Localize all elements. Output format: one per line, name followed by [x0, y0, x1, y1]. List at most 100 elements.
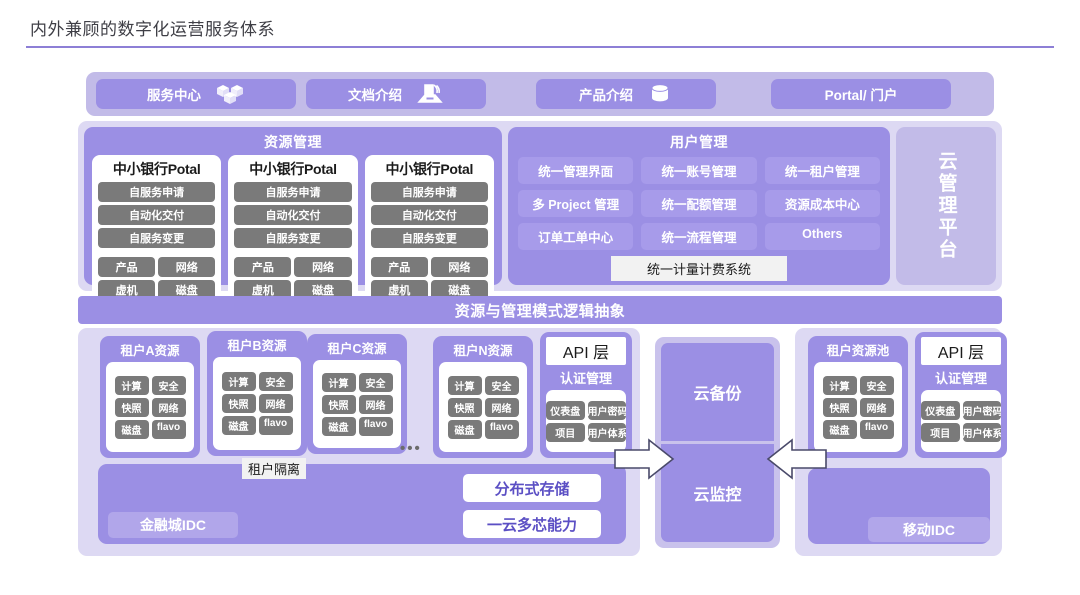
portal-action[interactable]: 自服务申请 — [98, 182, 216, 202]
tenant-chip[interactable]: flavo — [358, 416, 393, 436]
tenant-ellipsis: ••• — [400, 440, 422, 457]
api-chip[interactable]: 用户密码 — [587, 400, 626, 420]
api-layer-right[interactable]: API 层 认证管理 仪表盘 用户密码 项目 用户体系 — [915, 332, 1007, 458]
portal-title: 中小银行Potal — [112, 161, 201, 177]
arrow-right-icon — [613, 438, 675, 485]
tenant-chip[interactable]: 磁盘 — [447, 419, 482, 439]
tenant-chip[interactable]: 计算 — [321, 372, 356, 392]
tenant-resource-inner: 计算 安全 快照 网络 磁盘 flavo — [213, 357, 301, 450]
tenant-chip[interactable]: flavo — [151, 419, 186, 439]
tenant-chip[interactable]: 计算 — [221, 372, 256, 391]
user-management-items: 统一管理界面 统一账号管理 统一租户管理 多 Project 管理 统一配额管理… — [518, 157, 880, 250]
tenant-box-b[interactable]: 租户B资源 计算 安全 快照 网络 磁盘 flavo — [207, 331, 307, 456]
cloud-platform-panel: 云管理平台 — [896, 127, 996, 285]
portal-card[interactable]: 中小银行Potal 自服务申请 自动化交付 自服务变更 产品 网络 虚机 磁盘 — [364, 155, 494, 306]
tenant-chip[interactable]: 计算 — [447, 375, 482, 395]
portal-title: 中小银行Potal — [385, 161, 474, 177]
user-management-item[interactable]: 统一配额管理 — [641, 190, 757, 217]
tenant-chip[interactable]: 快照 — [321, 394, 356, 414]
portal-action[interactable]: 自动化交付 — [98, 205, 216, 225]
tenant-chip[interactable]: 安全 — [151, 375, 186, 395]
tenant-chip[interactable]: flavo — [859, 419, 894, 439]
cloud-platform-label: 云管理平台 — [935, 151, 957, 261]
portal-tag[interactable]: 产品 — [370, 257, 428, 277]
tenant-chip[interactable]: 快照 — [447, 397, 482, 417]
user-management-panel: 用户管理 统一管理界面 统一账号管理 统一租户管理 多 Project 管理 统… — [508, 127, 890, 285]
user-management-item[interactable]: 多 Project 管理 — [518, 190, 634, 217]
portal-action[interactable]: 自服务申请 — [234, 182, 352, 202]
user-management-item[interactable]: 统一账号管理 — [641, 157, 757, 184]
tenant-resource-inner: 计算 安全 快照 网络 磁盘 flavo — [439, 362, 527, 452]
api-chip[interactable]: 用户密码 — [962, 400, 1001, 420]
portal-tag[interactable]: 产品 — [234, 257, 292, 277]
user-management-item[interactable]: 统一租户管理 — [764, 157, 880, 184]
portal-action[interactable]: 自服务变更 — [98, 228, 216, 248]
tenant-chip[interactable]: 安全 — [859, 375, 894, 395]
user-management-title: 用户管理 — [670, 134, 728, 150]
tenant-box-n[interactable]: 租户N资源 计算 安全 快照 网络 磁盘 flavo — [433, 336, 533, 458]
portal-tag[interactable]: 网络 — [430, 257, 488, 277]
portal-action[interactable]: 自动化交付 — [370, 205, 488, 225]
resource-management-title: 资源管理 — [264, 134, 322, 150]
portal-tag[interactable]: 产品 — [98, 257, 156, 277]
user-management-item[interactable]: 订单工单中心 — [518, 223, 634, 250]
tenant-chip[interactable]: 快照 — [822, 397, 857, 417]
api-chip[interactable]: 仪表盘 — [546, 400, 585, 420]
tenant-box-c[interactable]: 租户C资源 计算 安全 快照 网络 磁盘 flavo — [307, 334, 407, 454]
service-item-product-intro[interactable]: 产品介绍 — [536, 79, 716, 109]
cloud-monitor-cell[interactable]: 云监控 — [661, 444, 774, 542]
cloud-backup-cell[interactable]: 云备份 — [661, 343, 774, 441]
portal-action[interactable]: 自服务变更 — [234, 228, 352, 248]
tenant-chip[interactable]: 网络 — [358, 394, 393, 414]
user-management-item[interactable]: 统一流程管理 — [641, 223, 757, 250]
tenant-chip[interactable]: 计算 — [822, 375, 857, 395]
capability-distributed-storage[interactable]: 分布式存储 — [461, 472, 603, 504]
tenant-chip[interactable]: 网络 — [258, 394, 293, 413]
tenant-chip[interactable]: flavo — [258, 416, 293, 435]
service-item-portal[interactable]: Portal/ 门户 — [771, 79, 951, 109]
tenant-chip[interactable]: 快照 — [221, 394, 256, 413]
portal-action[interactable]: 自服务变更 — [370, 228, 488, 248]
api-chip-grid: 仪表盘 用户密码 项目 用户体系 — [921, 400, 1001, 442]
document-box-icon — [416, 82, 444, 106]
idc-label-left: 金融城IDC — [108, 512, 238, 538]
tenant-chip[interactable]: 安全 — [358, 372, 393, 392]
tenant-title: 租户N资源 — [453, 344, 513, 358]
api-chip[interactable]: 用户体系 — [962, 422, 1001, 442]
tenant-chip[interactable]: 计算 — [114, 375, 149, 395]
user-management-item[interactable]: 统一管理界面 — [518, 157, 634, 184]
portal-card[interactable]: 中小银行Potal 自服务申请 自动化交付 自服务变更 产品 网络 虚机 磁盘 — [228, 155, 358, 306]
abstraction-band: 资源与管理模式逻辑抽象 — [78, 296, 1002, 324]
service-item-service-center[interactable]: 服务中心 — [96, 79, 296, 109]
service-label: 文档介绍 — [348, 88, 402, 103]
api-chip[interactable]: 仪表盘 — [921, 400, 960, 420]
tenant-chip[interactable]: 磁盘 — [114, 419, 149, 439]
tenant-chip[interactable]: 快照 — [114, 397, 149, 417]
tenant-chip[interactable]: 磁盘 — [221, 416, 256, 435]
portal-action[interactable]: 自动化交付 — [234, 205, 352, 225]
api-chip[interactable]: 项目 — [921, 422, 960, 442]
user-management-item[interactable]: 资源成本中心 — [764, 190, 880, 217]
tenant-chip[interactable]: flavo — [484, 419, 519, 439]
tenant-chip[interactable]: 磁盘 — [321, 416, 356, 436]
tenant-chip-grid: 计算 安全 快照 网络 磁盘 flavo — [447, 375, 519, 439]
portal-action[interactable]: 自服务申请 — [370, 182, 488, 202]
service-item-document-intro[interactable]: 文档介绍 — [306, 79, 486, 109]
tenant-box-a[interactable]: 租户A资源 计算 安全 快照 网络 磁盘 flavo — [100, 336, 200, 458]
api-chip[interactable]: 项目 — [546, 422, 585, 442]
tenant-chip[interactable]: 网络 — [151, 397, 186, 417]
portal-tags: 产品 网络 虚机 磁盘 — [370, 257, 488, 300]
portal-card[interactable]: 中小银行Potal 自服务申请 自动化交付 自服务变更 产品 网络 虚机 磁盘 — [92, 155, 222, 306]
capability-multi-chip[interactable]: 一云多芯能力 — [461, 508, 603, 540]
tenant-chip[interactable]: 安全 — [484, 375, 519, 395]
tenant-chip[interactable]: 安全 — [258, 372, 293, 391]
diagram-page: 内外兼顾的数字化运营服务体系 服务中心 文档介绍 产品介绍 Portal/ 门户… — [0, 0, 1080, 595]
portal-tag[interactable]: 网络 — [158, 257, 216, 277]
tenant-chip[interactable]: 网络 — [859, 397, 894, 417]
portal-tag[interactable]: 网络 — [294, 257, 352, 277]
tenant-chip[interactable]: 网络 — [484, 397, 519, 417]
user-management-item[interactable]: Others — [764, 223, 880, 250]
service-label: Portal/ 门户 — [824, 88, 898, 103]
api-layer-label: API 层 — [921, 337, 1001, 365]
tenant-chip[interactable]: 磁盘 — [822, 419, 857, 439]
